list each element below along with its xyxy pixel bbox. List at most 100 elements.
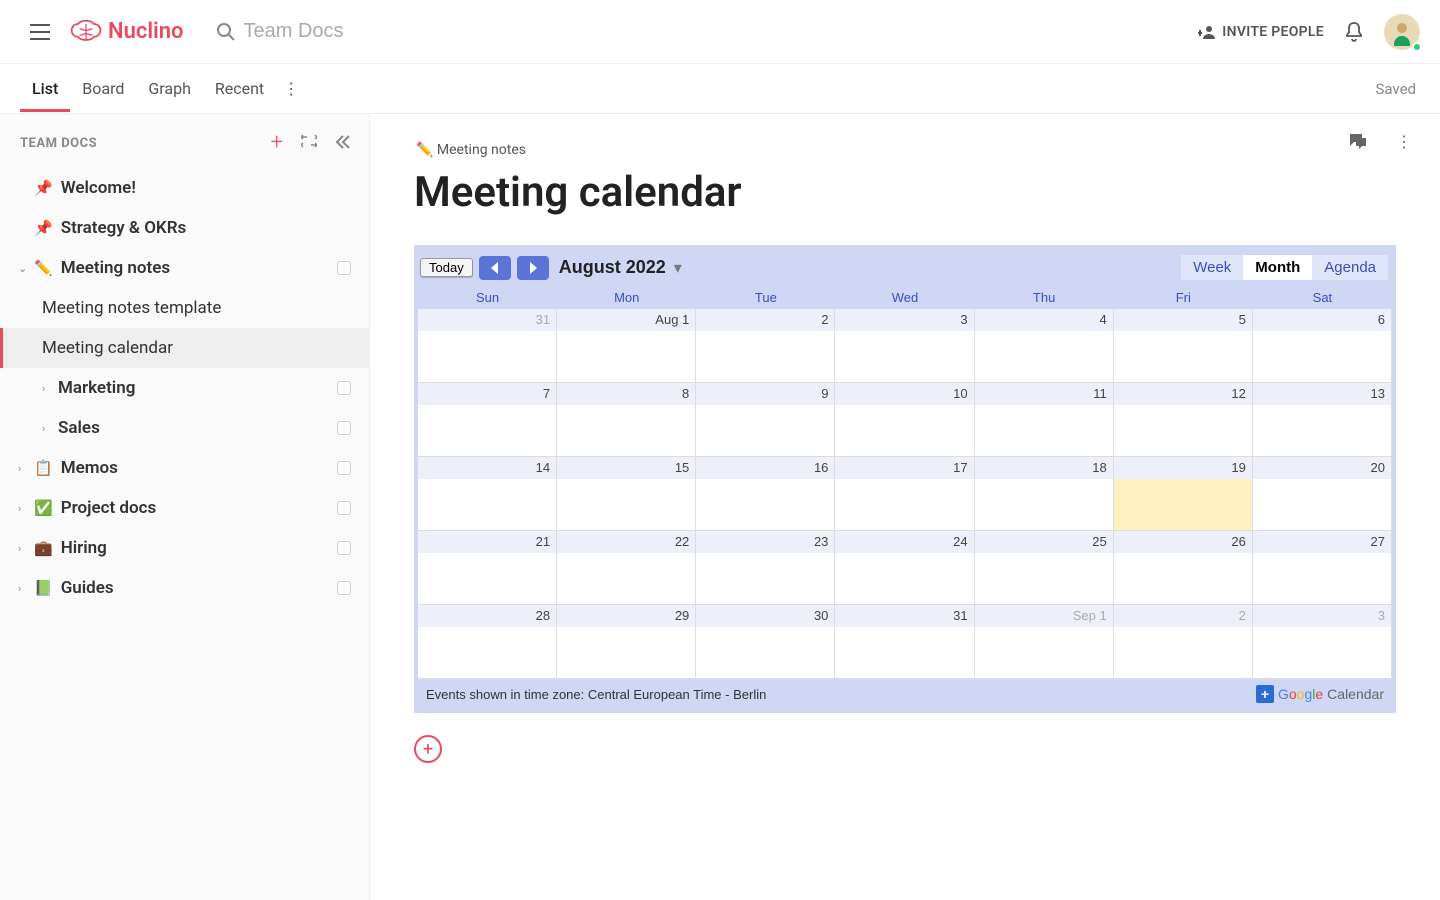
calendar-body-cell[interactable]: [418, 479, 557, 531]
calendar-date-cell[interactable]: 20: [1253, 457, 1392, 479]
calendar-date-cell[interactable]: 5: [1114, 309, 1253, 331]
sidebar-item-marketing[interactable]: Marketing: [0, 368, 369, 408]
comments-button[interactable]: [1348, 132, 1368, 154]
calendar-date-cell[interactable]: 23: [696, 531, 835, 553]
sidebar-item-meeting-notes-template[interactable]: Meeting notes template: [0, 288, 369, 328]
calendar-date-cell[interactable]: 3: [1253, 605, 1392, 627]
calendar-body-cell[interactable]: [696, 553, 835, 605]
sidebar-item-hiring[interactable]: 💼Hiring: [0, 528, 369, 568]
tab-list[interactable]: List: [20, 65, 70, 112]
view-tab-agenda[interactable]: Agenda: [1312, 255, 1388, 280]
calendar-body-cell[interactable]: [975, 405, 1114, 457]
calendar-date-cell[interactable]: 2: [1114, 605, 1253, 627]
breadcrumb[interactable]: ✏️ Meeting notes: [416, 142, 1396, 158]
logo[interactable]: Nuclino: [70, 19, 184, 44]
search-input[interactable]: [244, 20, 504, 43]
prev-month-button[interactable]: [479, 256, 511, 280]
calendar-date-cell[interactable]: 15: [557, 457, 696, 479]
notifications-button[interactable]: [1334, 12, 1374, 52]
calendar-date-cell[interactable]: 18: [975, 457, 1114, 479]
view-tab-month[interactable]: Month: [1243, 255, 1312, 280]
month-dropdown[interactable]: ▾: [674, 258, 682, 278]
calendar-body-cell[interactable]: [1114, 405, 1253, 457]
expand-icon[interactable]: [301, 133, 317, 153]
calendar-date-cell[interactable]: 17: [835, 457, 974, 479]
sidebar-item-sales[interactable]: Sales: [0, 408, 369, 448]
calendar-date-cell[interactable]: 4: [975, 309, 1114, 331]
sidebar-item-strategy-okrs[interactable]: 📌Strategy & OKRs: [0, 208, 369, 248]
calendar-body-cell[interactable]: [1114, 331, 1253, 383]
calendar-date-cell[interactable]: Aug 1: [557, 309, 696, 331]
sidebar-item-meeting-calendar[interactable]: Meeting calendar: [0, 328, 369, 368]
checkbox-icon[interactable]: [337, 461, 351, 475]
calendar-body-cell[interactable]: [418, 331, 557, 383]
menu-button[interactable]: [20, 12, 60, 52]
next-month-button[interactable]: [517, 256, 549, 280]
calendar-body-cell[interactable]: [835, 479, 974, 531]
checkbox-icon[interactable]: [337, 541, 351, 555]
calendar-date-cell[interactable]: 26: [1114, 531, 1253, 553]
calendar-body-cell[interactable]: [975, 553, 1114, 605]
calendar-date-cell[interactable]: 3: [835, 309, 974, 331]
calendar-body-cell[interactable]: [835, 331, 974, 383]
calendar-body-cell[interactable]: [975, 627, 1114, 679]
checkbox-icon[interactable]: [337, 381, 351, 395]
add-item-button[interactable]: +: [271, 132, 283, 154]
calendar-date-cell[interactable]: 27: [1253, 531, 1392, 553]
calendar-body-cell[interactable]: [1253, 627, 1392, 679]
tab-recent[interactable]: Recent: [203, 65, 276, 112]
calendar-date-cell[interactable]: 10: [835, 383, 974, 405]
calendar-body-cell[interactable]: [1114, 479, 1253, 531]
calendar-body-cell[interactable]: [557, 405, 696, 457]
invite-people-button[interactable]: INVITE PEOPLE: [1198, 24, 1324, 40]
calendar-body-cell[interactable]: [1253, 405, 1392, 457]
calendar-body-cell[interactable]: [1253, 553, 1392, 605]
calendar-body-cell[interactable]: [1253, 479, 1392, 531]
checkbox-icon[interactable]: [337, 421, 351, 435]
collapse-sidebar-button[interactable]: [335, 134, 351, 153]
sidebar-item-welcome-[interactable]: 📌Welcome!: [0, 168, 369, 208]
calendar-date-cell[interactable]: 31: [418, 309, 557, 331]
calendar-date-cell[interactable]: 7: [418, 383, 557, 405]
tabs-more-button[interactable]: ⋮: [276, 79, 306, 98]
calendar-date-cell[interactable]: 24: [835, 531, 974, 553]
calendar-body-cell[interactable]: [975, 479, 1114, 531]
tab-graph[interactable]: Graph: [136, 65, 203, 112]
google-calendar-link[interactable]: + Google Calendar: [1256, 685, 1384, 703]
calendar-date-cell[interactable]: 11: [975, 383, 1114, 405]
calendar-date-cell[interactable]: 6: [1253, 309, 1392, 331]
sidebar-item-memos[interactable]: 📋Memos: [0, 448, 369, 488]
calendar-date-cell[interactable]: 16: [696, 457, 835, 479]
calendar-body-cell[interactable]: [835, 405, 974, 457]
calendar-body-cell[interactable]: [696, 479, 835, 531]
calendar-body-cell[interactable]: [696, 331, 835, 383]
calendar-body-cell[interactable]: [696, 627, 835, 679]
calendar-date-cell[interactable]: 21: [418, 531, 557, 553]
calendar-date-cell[interactable]: 9: [696, 383, 835, 405]
calendar-body-cell[interactable]: [557, 553, 696, 605]
doc-more-button[interactable]: ⋮: [1396, 132, 1412, 154]
calendar-date-cell[interactable]: 14: [418, 457, 557, 479]
today-button[interactable]: Today: [420, 258, 473, 277]
calendar-date-cell[interactable]: 29: [557, 605, 696, 627]
checkbox-icon[interactable]: [337, 501, 351, 515]
calendar-date-cell[interactable]: 19: [1114, 457, 1253, 479]
calendar-body-cell[interactable]: [835, 627, 974, 679]
view-tab-week[interactable]: Week: [1181, 255, 1243, 280]
calendar-body-cell[interactable]: [418, 405, 557, 457]
calendar-date-cell[interactable]: 8: [557, 383, 696, 405]
sidebar-item-meeting-notes[interactable]: ✏️Meeting notes: [0, 248, 369, 288]
calendar-body-cell[interactable]: [557, 331, 696, 383]
calendar-date-cell[interactable]: 30: [696, 605, 835, 627]
calendar-date-cell[interactable]: 31: [835, 605, 974, 627]
tab-board[interactable]: Board: [70, 65, 136, 112]
checkbox-icon[interactable]: [337, 581, 351, 595]
calendar-body-cell[interactable]: [1114, 627, 1253, 679]
calendar-date-cell[interactable]: 13: [1253, 383, 1392, 405]
calendar-date-cell[interactable]: 2: [696, 309, 835, 331]
add-block-button[interactable]: +: [414, 735, 442, 763]
calendar-body-cell[interactable]: [975, 331, 1114, 383]
calendar-date-cell[interactable]: 12: [1114, 383, 1253, 405]
checkbox-icon[interactable]: [337, 261, 351, 275]
calendar-date-cell[interactable]: 28: [418, 605, 557, 627]
